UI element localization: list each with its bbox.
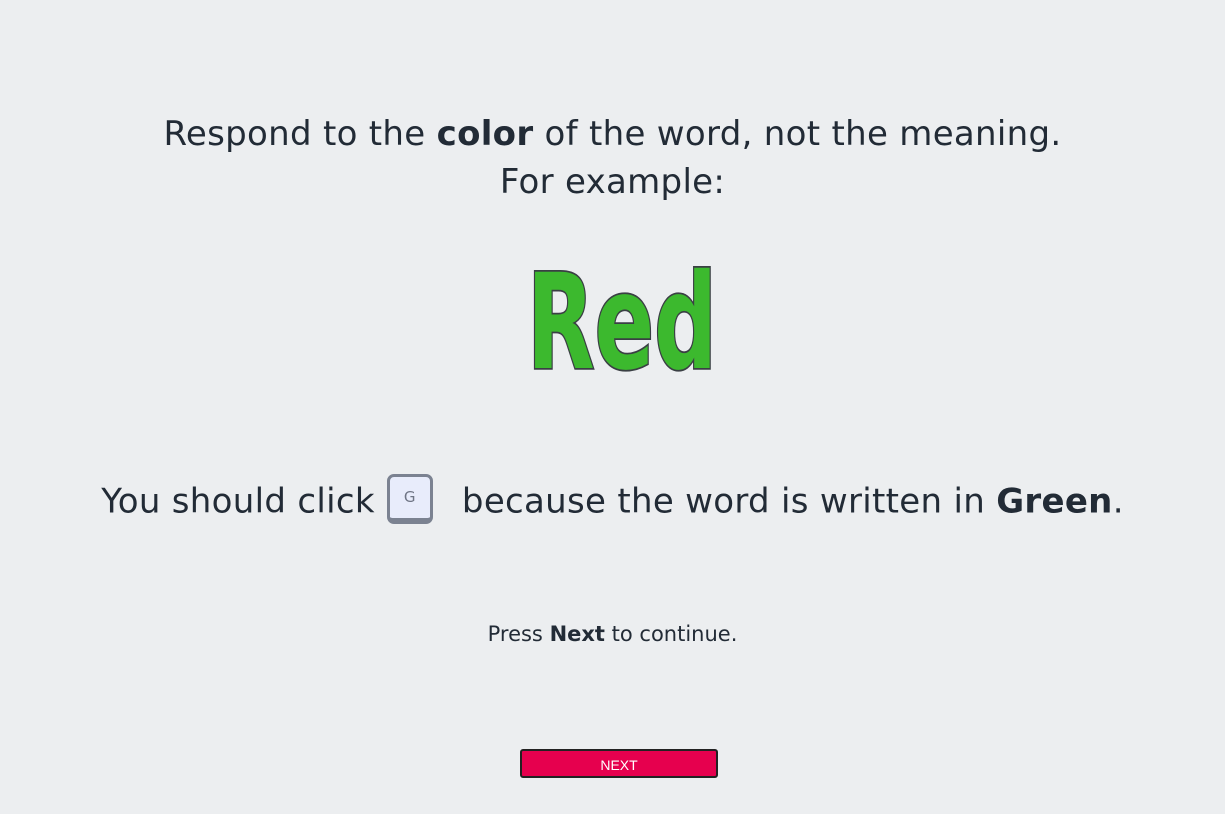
stimulus-word-text: Red [527, 256, 717, 386]
instruction-line-1: Respond to the color of the word, not th… [0, 114, 1225, 154]
explanation-line: You should click G because the word is wr… [0, 474, 1225, 528]
instruction-line-2: For example: [499, 162, 726, 202]
explanation-text: because the word is written in [450, 481, 997, 522]
stimulus-word: Red [525, 256, 719, 386]
stroop-instructions-page: Respond to the color of the word, not th… [0, 0, 1225, 814]
prompt-text: Press [487, 622, 550, 646]
prompt-text: to continue. [604, 622, 738, 646]
next-button[interactable]: NEXT [520, 749, 718, 778]
instruction-emphasis-color: color [436, 114, 534, 154]
instruction-text: of the word, not the meaning. [533, 114, 1062, 154]
explanation-text: . [1112, 481, 1124, 522]
g-key-icon: G [386, 474, 433, 524]
prompt-emphasis-next: Next [549, 622, 605, 646]
continue-prompt: Press Next to continue. [0, 622, 1225, 646]
instruction-text: Respond to the [163, 114, 437, 154]
color-name: Green [996, 481, 1113, 522]
explanation-text: You should click [101, 481, 375, 522]
